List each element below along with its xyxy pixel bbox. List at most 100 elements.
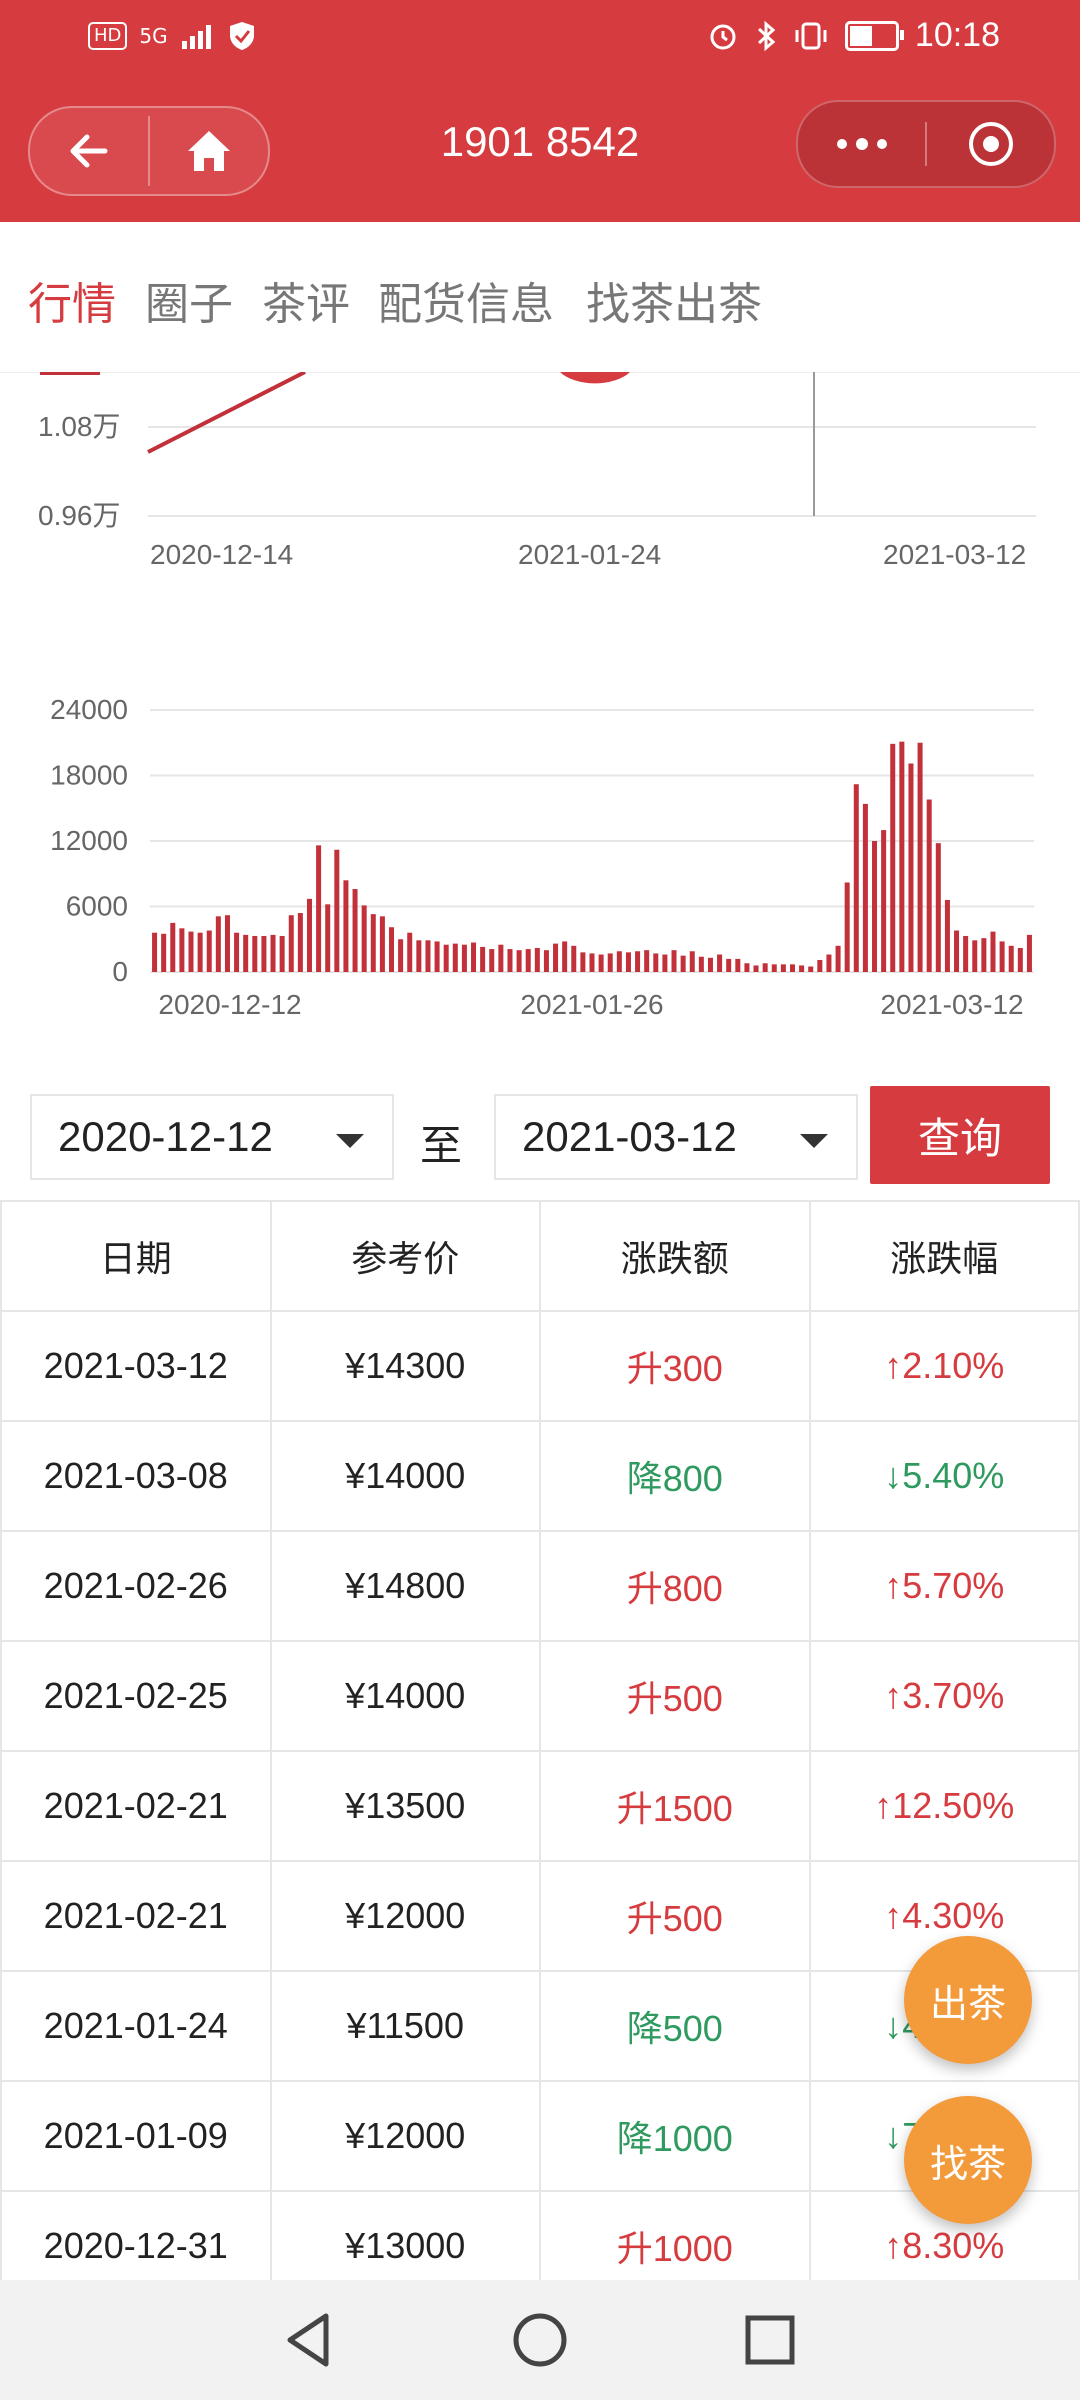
alarm-icon (710, 24, 736, 49)
xtick-label: 2021-03-12 (883, 539, 1026, 570)
row-date: 2021-02-26 (0, 1530, 272, 1642)
row-change-pct: ↑2.10% (808, 1310, 1080, 1422)
volume-bar (744, 963, 750, 972)
volume-bar (707, 957, 713, 972)
ytick-label: 6000 (66, 891, 128, 922)
to-label: 至 (420, 1121, 463, 1170)
volume-bar (890, 743, 896, 972)
volume-bar (644, 950, 650, 972)
price-line (147, 372, 306, 454)
start-date-value: 2020-12-12 (58, 1113, 273, 1160)
volume-bar (598, 954, 604, 972)
date-query-row: 2020-12-12 至 2021-03-12 查询 (0, 1086, 1080, 1186)
volume-bar (398, 939, 404, 972)
volume-bar (288, 915, 294, 972)
volume-bar (580, 952, 586, 972)
tab-circle[interactable]: 圈子 (145, 268, 233, 332)
ytick-label: 24000 (50, 694, 128, 725)
volume-bar (425, 940, 431, 972)
back-triangle-icon[interactable] (280, 2310, 340, 2370)
more-button[interactable] (798, 102, 925, 186)
volume-bar (361, 905, 367, 972)
tab-find-sell[interactable]: 找茶出茶 (586, 268, 762, 332)
volume-bar (999, 941, 1005, 972)
volume-bar (379, 916, 385, 972)
volume-bar (370, 914, 376, 972)
tab-market[interactable]: 行情 (28, 268, 116, 332)
volume-bar (789, 964, 795, 972)
volume-bar (607, 953, 613, 972)
volume-bar (480, 946, 486, 972)
volume-bar (817, 959, 823, 972)
volume-bar (625, 952, 631, 972)
volume-bar (197, 932, 203, 972)
volume-bar (161, 933, 167, 972)
row-change-pct: ↑12.50% (808, 1750, 1080, 1862)
row-price: ¥14000 (269, 1640, 541, 1752)
volume-bar (1008, 945, 1014, 972)
volume-bar (963, 935, 969, 972)
row-change: 升800 (539, 1530, 811, 1642)
table-row: 2021-02-25 ¥14000 升500 ↑3.70% (0, 1640, 1080, 1752)
header-change: 涨跌额 (539, 1200, 811, 1312)
volume-bar (981, 938, 987, 972)
close-miniprogram-button[interactable] (927, 102, 1054, 186)
volume-bar (389, 927, 395, 972)
vibrate-icon (795, 22, 827, 49)
row-date: 2021-02-21 (0, 1750, 272, 1862)
volume-bar (498, 944, 504, 972)
table-row: 2021-03-08 ¥14000 降800 ↓5.40% (0, 1420, 1080, 1532)
volume-bar (589, 953, 595, 972)
home-circle-icon[interactable] (510, 2310, 570, 2370)
row-date: 2021-01-09 (0, 2080, 272, 2192)
volume-bar (735, 958, 741, 972)
sell-tea-button[interactable]: 出茶 (904, 1936, 1032, 2064)
volume-bar (179, 928, 185, 972)
volume-bar (944, 899, 950, 972)
row-price: ¥12000 (269, 1860, 541, 1972)
tab-review[interactable]: 茶评 (262, 268, 350, 332)
row-change-pct: ↓5.40% (808, 1420, 1080, 1532)
volume-bar (1017, 947, 1023, 972)
xtick-label: 2021-01-24 (518, 539, 661, 570)
volume-bar (808, 966, 814, 972)
target-icon (968, 122, 1013, 166)
query-button[interactable]: 查询 (870, 1086, 1050, 1184)
tab-distribution[interactable]: 配货信息 (378, 268, 554, 332)
find-tea-button[interactable]: 找茶 (904, 2096, 1032, 2224)
volume-bar (671, 950, 677, 972)
volume-bar (270, 934, 276, 972)
row-date: 2021-03-08 (0, 1420, 272, 1532)
hd-badge: HD (88, 22, 128, 50)
xtick-label: 2020-12-12 (158, 989, 301, 1020)
status-left: HD 5G (88, 20, 256, 52)
volume-bar (926, 799, 932, 972)
row-price: ¥11500 (269, 1970, 541, 2082)
start-date-picker[interactable]: 2020-12-12 (30, 1094, 394, 1180)
volume-bar (653, 953, 659, 972)
volume-bar (489, 949, 495, 972)
volume-bar (571, 945, 577, 972)
volume-bar (188, 931, 194, 972)
volume-bar (543, 950, 549, 972)
row-date: 2021-01-24 (0, 1970, 272, 2082)
end-date-value: 2021-03-12 (522, 1113, 737, 1160)
row-change: 降1000 (539, 2080, 811, 2192)
table-row: 2021-02-21 ¥13500 升1500 ↑12.50% (0, 1750, 1080, 1862)
row-date: 2021-03-12 (0, 1310, 272, 1422)
row-change: 升300 (539, 1310, 811, 1422)
volume-bar (917, 742, 923, 972)
row-change: 升500 (539, 1640, 811, 1752)
volume-bar (881, 830, 887, 972)
volume-bar (461, 944, 467, 972)
row-date: 2021-02-21 (0, 1860, 272, 1972)
row-change-pct: ↑3.70% (808, 1640, 1080, 1752)
volume-bar (762, 963, 768, 972)
volume-bar (152, 932, 158, 972)
recents-square-icon[interactable] (740, 2310, 800, 2370)
volume-bar (844, 882, 850, 972)
volume-bar (243, 934, 249, 972)
volume-bar-chart: 24000 18000 12000 6000 0 2020-12-12 2021-01-26… (50, 694, 1034, 1020)
end-date-picker[interactable]: 2021-03-12 (494, 1094, 858, 1180)
volume-bar (443, 944, 449, 972)
